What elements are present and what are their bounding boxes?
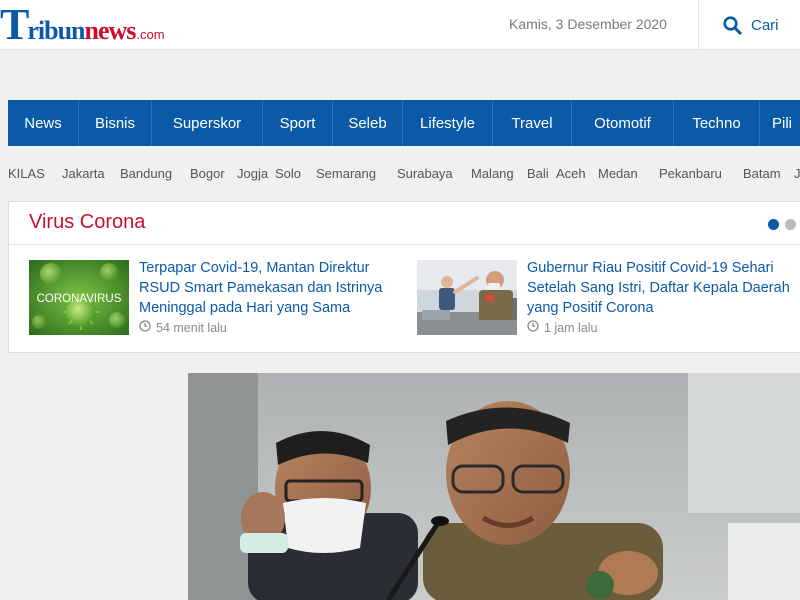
nav-item-lifestyle[interactable]: Lifestyle — [403, 100, 493, 146]
region-jogja[interactable]: Jogja — [237, 166, 268, 181]
headline-hero-image[interactable] — [188, 373, 800, 600]
article-time-text: 54 menit lalu — [156, 320, 227, 335]
clock-icon — [527, 320, 544, 335]
region-semarang[interactable]: Semarang — [316, 166, 376, 181]
hero-photo — [188, 373, 800, 600]
site-header: Tribun news .com Kamis, 3 Desember 2020 Ca… — [0, 0, 800, 50]
article-thumbnail[interactable] — [417, 260, 517, 335]
article-time-text: 1 jam lalu — [544, 320, 598, 335]
carousel-dot[interactable] — [785, 219, 796, 230]
nav-item-seleb[interactable]: Seleb — [333, 100, 403, 146]
article-thumbnail[interactable]: CORONAVIRUS — [29, 260, 129, 335]
carousel-dot-active[interactable] — [768, 219, 779, 230]
clock-icon — [139, 320, 156, 335]
region-batam[interactable]: Batam — [743, 166, 781, 181]
region-jambi[interactable]: Ja — [794, 166, 800, 181]
nav-item-techno[interactable]: Techno — [674, 100, 760, 146]
widget-title[interactable]: Virus Corona — [29, 211, 145, 234]
article-headline[interactable]: Gubernur Riau Positif Covid-19 Sehari Se… — [527, 258, 797, 318]
region-kilas[interactable]: KILAS — [8, 166, 45, 181]
region-jakarta[interactable]: Jakarta — [62, 166, 105, 181]
search-button[interactable]: Cari — [698, 0, 800, 50]
region-malang[interactable]: Malang — [471, 166, 514, 181]
logo-news: news — [84, 16, 137, 45]
article-item[interactable]: CORONAVIRUS Terpapar Covid-19, Mantan Di… — [29, 260, 409, 340]
article-timestamp: 54 menit lalu — [139, 320, 227, 335]
nav-item-pilihan[interactable]: Pili — [760, 100, 800, 146]
regional-bar: KILAS Jakarta Bandung Bogor Jogja Solo S… — [8, 166, 800, 184]
search-icon — [723, 15, 742, 35]
logo-ribun: ribun — [27, 16, 85, 45]
nav-item-superskor[interactable]: Superskor — [152, 100, 263, 146]
region-bali[interactable]: Bali — [527, 166, 549, 181]
tribunnews-logo[interactable]: Tribun news .com — [0, 2, 165, 48]
region-surabaya[interactable]: Surabaya — [397, 166, 453, 181]
nav-item-sport[interactable]: Sport — [263, 100, 333, 146]
thumb-coronavirus-text: CORONAVIRUS — [37, 293, 122, 305]
region-aceh[interactable]: Aceh — [556, 166, 586, 181]
article-headline[interactable]: Terpapar Covid-19, Mantan Direktur RSUD … — [139, 258, 404, 318]
current-date: Kamis, 3 Desember 2020 — [509, 16, 667, 32]
nav-item-news[interactable]: News — [8, 100, 79, 146]
nav-item-bisnis[interactable]: Bisnis — [79, 100, 152, 146]
search-label: Cari — [751, 16, 779, 34]
nav-item-otomotif[interactable]: Otomotif — [572, 100, 674, 146]
article-item[interactable]: Gubernur Riau Positif Covid-19 Sehari Se… — [417, 260, 800, 340]
logo-t: T — [0, 0, 29, 49]
widget-header: Virus Corona — [9, 202, 800, 245]
region-solo[interactable]: Solo — [275, 166, 301, 181]
article-timestamp: 1 jam lalu — [527, 320, 598, 335]
nav-item-travel[interactable]: Travel — [493, 100, 572, 146]
logo-com: .com — [136, 27, 165, 42]
region-bogor[interactable]: Bogor — [190, 166, 225, 181]
region-bandung[interactable]: Bandung — [120, 166, 172, 181]
region-pekanbaru[interactable]: Pekanbaru — [659, 166, 722, 181]
region-medan[interactable]: Medan — [598, 166, 638, 181]
virus-corona-widget: Virus Corona CORONAVIRUS Terpapar Covid-… — [8, 201, 800, 353]
main-nav: News Bisnis Superskor Sport Seleb Lifest… — [8, 100, 800, 146]
